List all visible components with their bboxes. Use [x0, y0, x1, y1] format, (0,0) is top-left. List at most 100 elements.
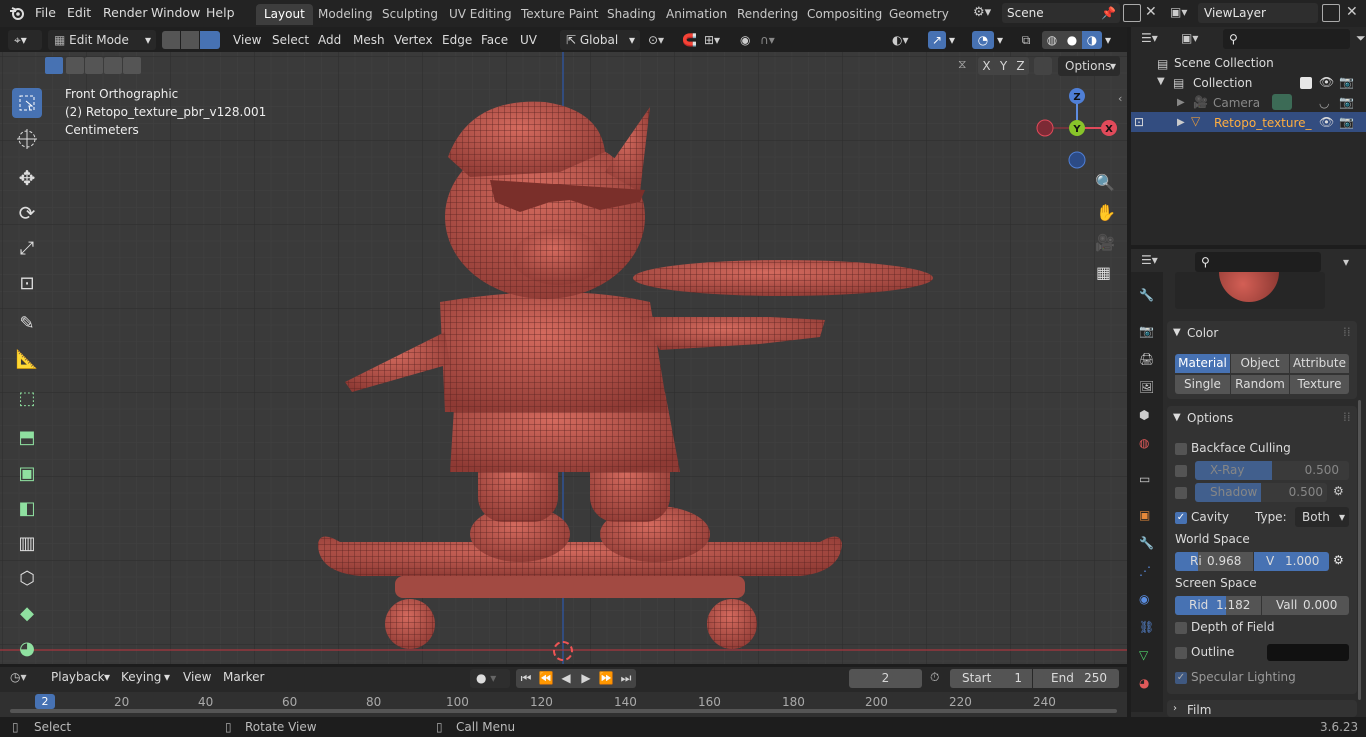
cavity-label[interactable]: Cavity: [1191, 510, 1229, 524]
particles-tab-icon[interactable]: ⋰: [1139, 564, 1151, 578]
outliner-search-input[interactable]: ⚲: [1223, 29, 1350, 49]
select-subtract-icon[interactable]: [85, 57, 103, 74]
menu-face[interactable]: Face: [481, 30, 508, 50]
world-ridge-field[interactable]: Ri 0.968: [1175, 552, 1253, 571]
jump-keyframe-back-icon[interactable]: ⏪: [536, 669, 556, 688]
proportional-edit-icon[interactable]: ◉: [740, 30, 750, 50]
view-layer-tab-icon[interactable]: 🖼: [1139, 380, 1154, 394]
tab-compositing[interactable]: Compositing: [799, 4, 890, 25]
mode-dropdown[interactable]: ▦ Edit Mode ▾: [48, 30, 156, 50]
mirror-icon[interactable]: ⧖: [958, 57, 966, 72]
jump-start-icon[interactable]: ⏮: [516, 669, 536, 688]
outline-color-swatch[interactable]: [1267, 644, 1349, 661]
auto-merge-icon[interactable]: [1034, 57, 1052, 75]
tab-rendering[interactable]: Rendering: [729, 4, 806, 25]
render-camera-icon[interactable]: 📷: [1339, 75, 1354, 89]
viewlayer-field[interactable]: ViewLayer: [1198, 3, 1318, 23]
color-texture-option[interactable]: Texture: [1290, 375, 1349, 394]
select-mode-face-icon[interactable]: [200, 31, 220, 49]
playhead[interactable]: 2: [35, 694, 55, 709]
menu-help[interactable]: Help: [206, 5, 235, 20]
editor-type-button[interactable]: ⌖▾: [8, 30, 42, 50]
pin-icon[interactable]: 📌: [1101, 3, 1116, 23]
camera-view-icon[interactable]: 🎥: [1095, 233, 1115, 252]
transform-tool[interactable]: ⊡: [12, 268, 42, 298]
outline-label[interactable]: Outline: [1191, 645, 1234, 659]
play-reverse-icon[interactable]: ◀: [556, 669, 576, 688]
measure-tool[interactable]: 📐: [12, 344, 42, 374]
inset-faces-tool[interactable]: ▣: [12, 458, 42, 488]
pan-hand-icon[interactable]: ✋: [1096, 203, 1116, 222]
shading-wireframe-icon[interactable]: ◍: [1042, 31, 1062, 49]
add-cube-tool[interactable]: ⬚: [12, 383, 42, 413]
timeline-view-menu[interactable]: View: [183, 667, 211, 687]
physics-tab-icon[interactable]: ◉: [1139, 592, 1149, 606]
select-extend-icon[interactable]: [66, 57, 84, 74]
menu-window[interactable]: Window: [151, 5, 200, 20]
collection-tab-icon[interactable]: ▭: [1139, 472, 1150, 486]
overlay-toggle-icon[interactable]: ◔: [972, 31, 994, 49]
3d-viewport[interactable]: Front Orthographic (2) Retopo_texture_pb…: [0, 52, 1127, 664]
play-icon[interactable]: ▶: [576, 669, 596, 688]
move-tool[interactable]: ✥: [12, 163, 42, 193]
select-mode-vertex-icon[interactable]: [162, 31, 180, 49]
properties-editor-icon[interactable]: ☰▾: [1141, 253, 1158, 267]
world-valley-field[interactable]: V 1.000: [1254, 552, 1329, 571]
specular-lighting-checkbox[interactable]: ✓: [1175, 672, 1187, 684]
render-camera-icon[interactable]: 📷: [1339, 95, 1354, 109]
blender-logo-icon[interactable]: [9, 5, 25, 21]
display-mode-icon[interactable]: ▣▾: [1181, 31, 1198, 45]
camera-data-icon[interactable]: [1272, 94, 1292, 110]
drag-handle-icon[interactable]: ⁞⁞: [1343, 325, 1351, 339]
ortho-grid-icon[interactable]: ▦: [1096, 263, 1111, 282]
tab-modeling[interactable]: Modeling: [310, 4, 381, 25]
current-frame-field[interactable]: 2: [849, 669, 922, 688]
expand-arrow-icon[interactable]: ›: [1173, 703, 1177, 714]
menu-render[interactable]: Render: [103, 5, 148, 20]
new-scene-icon[interactable]: [1123, 4, 1141, 22]
preview-range-clock-icon[interactable]: ⏱: [930, 670, 939, 685]
orientation-dropdown[interactable]: ⇱ Global ▾: [560, 30, 640, 50]
data-tab-icon[interactable]: ▽: [1139, 648, 1148, 662]
modifier-tab-icon[interactable]: 🔧: [1139, 536, 1154, 550]
menu-file[interactable]: File: [35, 5, 56, 20]
shading-solid-icon[interactable]: ●: [1062, 31, 1082, 49]
menu-view[interactable]: View: [233, 30, 261, 50]
chevron-down-icon[interactable]: ▾: [1343, 255, 1349, 269]
extrude-region-tool[interactable]: ⬒: [12, 422, 42, 452]
mode-indicator-icon[interactable]: ⊡: [1134, 115, 1144, 129]
3d-cursor-icon[interactable]: [553, 641, 573, 661]
select-intersect-icon[interactable]: [123, 57, 141, 74]
shadow-slider[interactable]: Shadow 0.500: [1195, 483, 1327, 502]
color-single-option[interactable]: Single: [1175, 375, 1230, 394]
object-label[interactable]: Retopo_texture_: [1214, 116, 1312, 130]
collection-label[interactable]: Collection: [1193, 76, 1252, 90]
collapse-arrow-icon[interactable]: ▼: [1173, 412, 1181, 423]
screen-ridge-field[interactable]: Rid 1.182: [1175, 596, 1261, 615]
zoom-icon[interactable]: 🔍: [1095, 173, 1115, 192]
object-tab-icon[interactable]: ▣: [1139, 508, 1150, 522]
xray-checkbox[interactable]: [1175, 465, 1187, 477]
eye-icon[interactable]: 👁: [1319, 75, 1334, 89]
output-tab-icon[interactable]: 🖨: [1139, 352, 1154, 366]
screen-valley-field[interactable]: Vall 0.000: [1262, 596, 1349, 615]
jump-end-icon[interactable]: ⏭: [616, 669, 636, 688]
select-new-icon[interactable]: [45, 57, 63, 74]
scene-tab-icon[interactable]: ⬢: [1139, 408, 1149, 422]
xray-toggle-icon[interactable]: ⧉: [1017, 31, 1035, 49]
collapse-arrow-icon[interactable]: ‹: [1118, 92, 1122, 105]
world-tab-icon[interactable]: ◍: [1139, 436, 1149, 450]
tab-shading[interactable]: Shading: [599, 4, 664, 25]
rotate-tool[interactable]: ⟳: [12, 198, 42, 228]
shading-dropdown-icon[interactable]: ▾: [1105, 30, 1111, 50]
navigation-gizmo[interactable]: Z Y X: [1027, 78, 1127, 178]
tab-layout[interactable]: Layout: [256, 4, 313, 25]
menu-mesh[interactable]: Mesh: [353, 30, 385, 50]
tab-uv-editing[interactable]: UV Editing: [441, 4, 520, 25]
snap-target-icon[interactable]: ⊞▾: [704, 30, 720, 50]
render-tab-icon[interactable]: 📷: [1139, 324, 1154, 338]
constraints-tab-icon[interactable]: ⛓: [1139, 620, 1154, 634]
menu-uv[interactable]: UV: [520, 30, 537, 50]
knife-tool[interactable]: ⬡: [12, 563, 42, 593]
color-material-option[interactable]: Material: [1175, 354, 1230, 373]
